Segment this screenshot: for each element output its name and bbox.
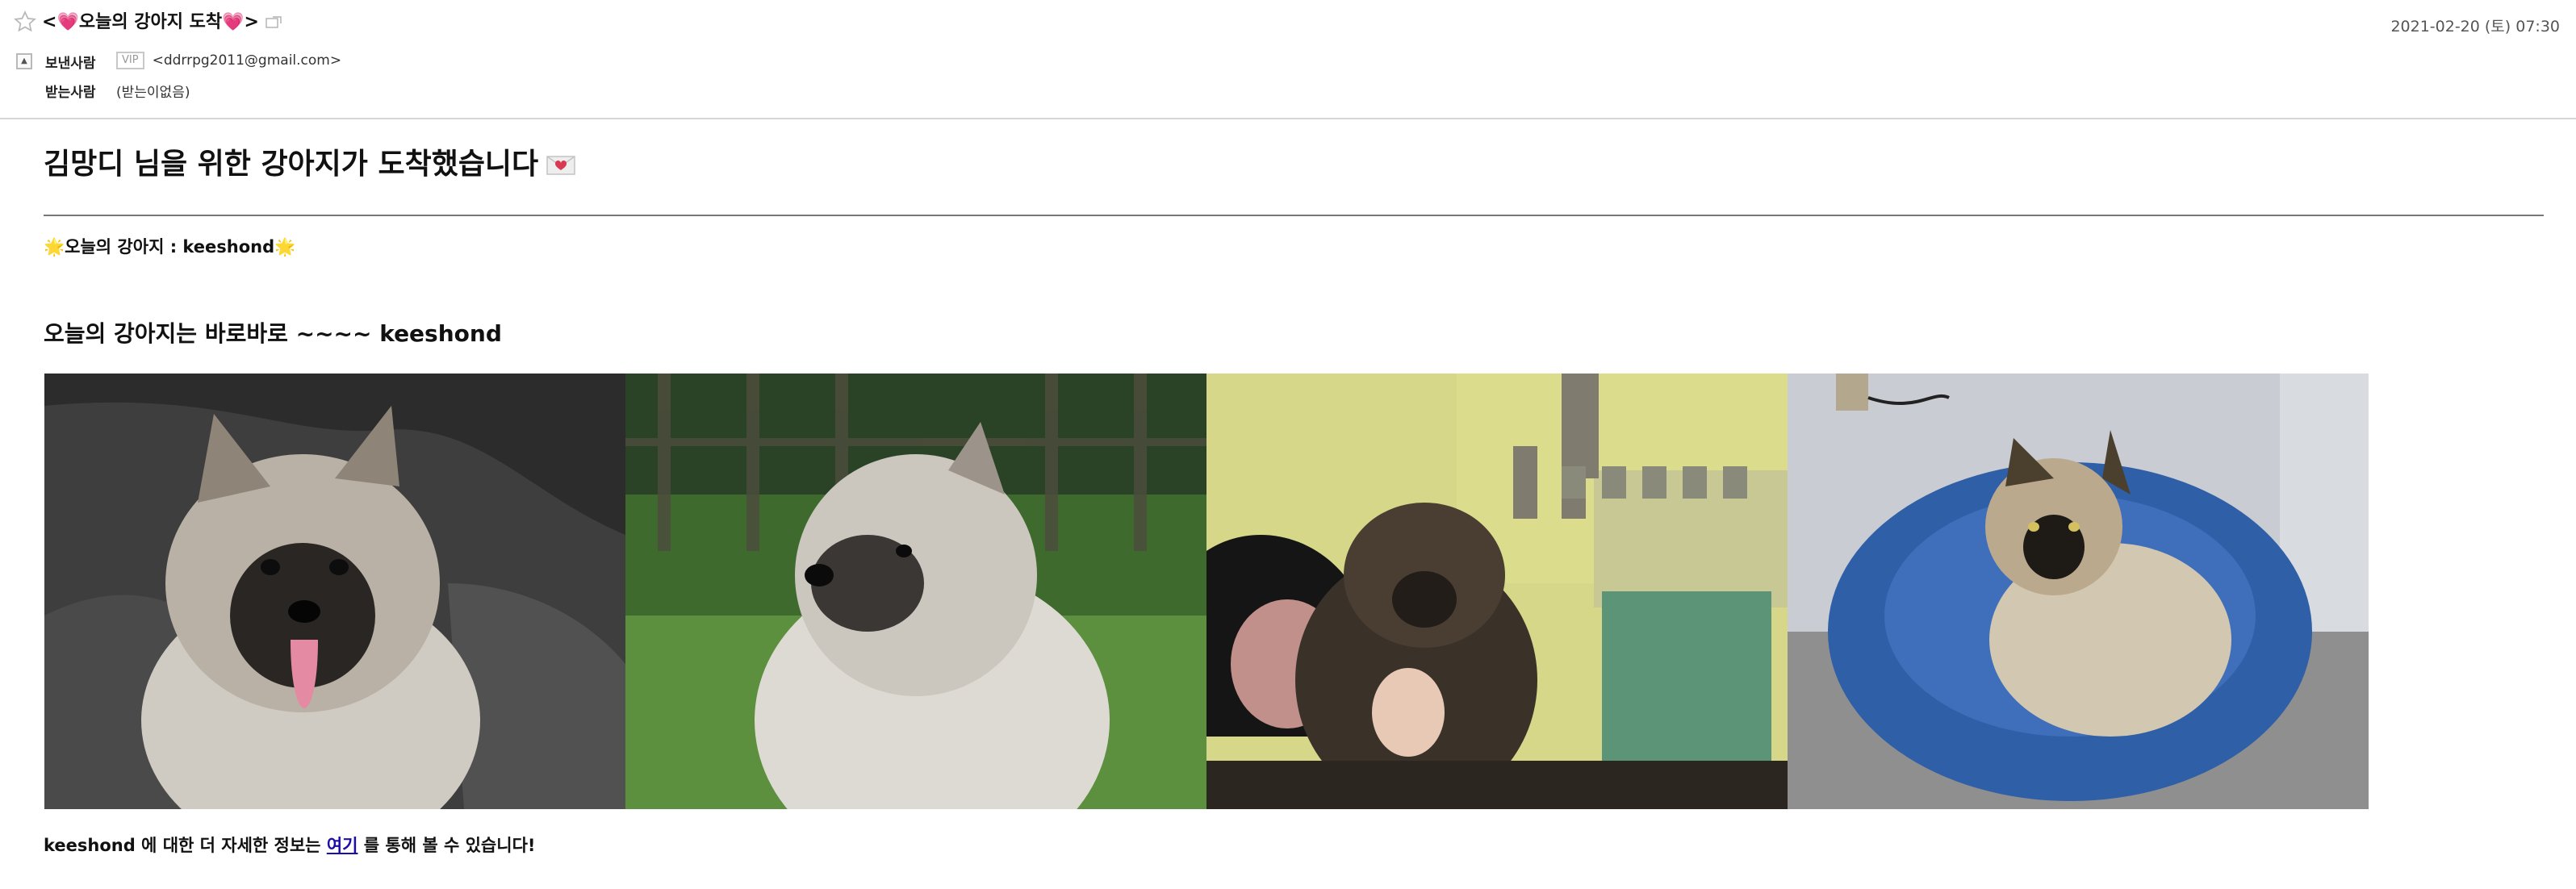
sender-label: 보낸사람: [45, 56, 96, 72]
keeshond-photo-4: [1788, 374, 2369, 809]
collapse-icon[interactable]: ▲: [16, 53, 32, 69]
subject-suffix: >: [244, 12, 259, 32]
mail-title: 김망디 님을 위한 강아지가 도착했습니다: [44, 140, 575, 189]
dog-heading: 오늘의 강아지는 바로바로 ~~~~ keeshond: [44, 320, 502, 347]
mail-date: 2021-02-20 (토) 07:30: [2390, 18, 2560, 35]
keeshond-photo-2: [625, 374, 1206, 809]
subject-text: 오늘의 강아지 도착: [78, 12, 223, 32]
keeshond-photo-1: [44, 374, 625, 809]
heart-emoji: 💗: [56, 12, 79, 32]
open-window-icon[interactable]: [266, 16, 282, 29]
heart-emoji: 💗: [222, 12, 245, 32]
sender-value: VIP <ddrrpg2011@gmail.com>: [116, 52, 341, 69]
star-icon[interactable]: [13, 10, 37, 34]
today-dog-line: 🌟오늘의 강아지 : keeshond🌟: [44, 234, 295, 258]
info-suffix: 를 통해 볼 수 있습니다!: [358, 836, 536, 855]
recipient-label: 받는사람: [45, 85, 96, 101]
mail-subject: <💗오늘의 강아지 도착💗>: [42, 8, 282, 37]
sender-email[interactable]: <ddrrpg2011@gmail.com>: [153, 52, 342, 69]
divider: [44, 215, 2544, 216]
love-letter-icon: [546, 156, 575, 175]
photo-strip: [44, 374, 2369, 809]
recipient-value: (받는이없음): [116, 85, 190, 101]
star-emoji: 🌟: [274, 237, 296, 257]
info-prefix: keeshond 에 대한 더 자세한 정보는: [44, 836, 327, 855]
info-line: keeshond 에 대한 더 자세한 정보는 여기 를 통해 볼 수 있습니다…: [44, 833, 535, 857]
title-text: 김망디 님을 위한 강아지가 도착했습니다: [44, 148, 539, 181]
subject-prefix: <: [42, 12, 57, 32]
vip-badge: VIP: [116, 52, 144, 69]
today-dog-text: 오늘의 강아지 : keeshond: [65, 237, 275, 257]
more-info-link[interactable]: 여기: [327, 836, 358, 855]
mail-header: <💗오늘의 강아지 도착💗> 2021-02-20 (토) 07:30 ▲ 보낸…: [0, 0, 2576, 119]
keeshond-photo-3: [1206, 374, 1788, 809]
star-emoji: 🌟: [44, 237, 65, 257]
